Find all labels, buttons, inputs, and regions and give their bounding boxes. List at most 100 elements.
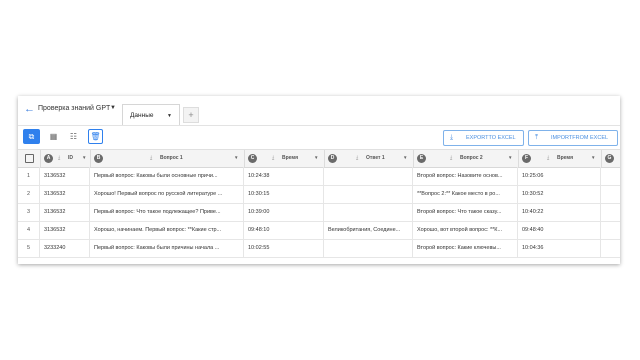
cell-time2[interactable]: 09:48:40 [518, 221, 601, 239]
export-excel-button[interactable]: ⤓ EXPORTTO EXCEL [443, 130, 524, 146]
spreadsheet-panel: ← Проверка знаний GPT ▼ Данные ▼ + ⧉ ▦ ☷… [18, 96, 620, 264]
table-row[interactable]: 2 3136532 Хорошо! Первый вопрос по русск… [18, 185, 620, 204]
cell-question2[interactable]: **Вопрос 2:** Какое место в ро... [413, 185, 518, 203]
import-excel-button[interactable]: ⤒ IMPORTFROM EXCEL [528, 130, 618, 146]
table-view-icon[interactable]: ▦ [45, 129, 62, 144]
cell-time1[interactable]: 10:39:00 [244, 203, 324, 221]
copy-view-button[interactable]: ⧉ [23, 129, 40, 144]
cell-g[interactable] [601, 185, 620, 203]
row-number: 4 [18, 221, 40, 239]
back-arrow-icon[interactable]: ← [24, 103, 35, 115]
cell-time1[interactable]: 10:02:55 [244, 239, 324, 257]
cell-question1[interactable]: Хорошо! Первый вопрос по русской литерат… [90, 185, 244, 203]
select-all-checkbox[interactable] [25, 154, 34, 163]
cell-g[interactable] [601, 203, 620, 221]
row-number: 2 [18, 185, 40, 203]
column-name: Ответ 1 [366, 155, 385, 161]
column-name: Время [557, 155, 573, 161]
cell-question1[interactable]: Хорошо, начинаем. Первый вопрос: **Какие… [90, 221, 244, 239]
column-letter: D [328, 154, 337, 163]
cell-id[interactable]: 3136532 [40, 221, 90, 239]
tab-data[interactable]: Данные ▼ [122, 104, 180, 125]
column-menu-icon[interactable]: ▼ [314, 155, 318, 160]
chevron-down-icon[interactable]: ▼ [167, 113, 172, 119]
cell-id[interactable]: 3136532 [40, 203, 90, 221]
row-number: 3 [18, 203, 40, 221]
sheet-header: ← Проверка знаний GPT ▼ Данные ▼ + [18, 96, 620, 126]
sort-icon[interactable]: ⤓ [58, 155, 60, 161]
cell-question1[interactable]: Первый вопрос: Что такое подлежащее? При… [90, 203, 244, 221]
column-header-question1[interactable]: B ⤓ Вопрос 1 ▼ [90, 150, 245, 167]
download-icon: ⤓ [450, 134, 454, 141]
grid-header: A ⤓ ID ▼ B ⤓ Вопрос 1 ▼ C ⤓ Время ▼ D ⤓ … [18, 149, 620, 168]
column-letter: B [94, 154, 103, 163]
column-letter: F [522, 154, 531, 163]
cell-question1[interactable]: Первый вопрос: Каковы были причины начал… [90, 239, 244, 257]
column-menu-icon[interactable]: ▼ [403, 155, 407, 160]
title-dropdown-icon[interactable]: ▼ [110, 105, 116, 111]
cell-time1[interactable]: 10:24:38 [244, 167, 324, 185]
row-number: 5 [18, 239, 40, 257]
cell-question2[interactable]: Хорошо, вот второй вопрос: **К... [413, 221, 518, 239]
cell-time2[interactable]: 10:04:36 [518, 239, 601, 257]
cell-time1[interactable]: 09:48:10 [244, 221, 324, 239]
export-label: EXPORTTO EXCEL [466, 135, 516, 141]
import-label: IMPORTFROM EXCEL [551, 135, 609, 141]
cell-answer1[interactable]: Великобритания, Соедине... [324, 221, 413, 239]
sort-icon[interactable]: ⤓ [450, 155, 452, 161]
cell-g[interactable] [601, 167, 620, 185]
sort-icon[interactable]: ⤓ [356, 155, 358, 161]
sort-icon[interactable]: ⤓ [547, 155, 549, 161]
column-header-time1[interactable]: C ⤓ Время ▼ [244, 150, 325, 167]
cell-answer1[interactable] [324, 185, 413, 203]
page-title[interactable]: Проверка знаний GPT [38, 105, 110, 112]
column-header-answer1[interactable]: D ⤓ Ответ 1 ▼ [324, 150, 414, 167]
column-menu-icon[interactable]: ▼ [82, 155, 86, 160]
column-name: Время [282, 155, 298, 161]
column-menu-icon[interactable]: ▼ [591, 155, 595, 160]
cell-answer1[interactable] [324, 239, 413, 257]
column-header-question2[interactable]: E ⤓ Вопрос 2 ▼ [413, 150, 519, 167]
cell-time1[interactable]: 10:30:15 [244, 185, 324, 203]
cell-id[interactable]: 3136532 [40, 167, 90, 185]
column-menu-icon[interactable]: ▼ [508, 155, 512, 160]
column-letter: A [44, 154, 53, 163]
tab-data-label: Данные [130, 112, 154, 119]
column-letter: C [248, 154, 257, 163]
cell-id[interactable]: 3136532 [40, 185, 90, 203]
table-row[interactable]: 3 3136532 Первый вопрос: Что такое подле… [18, 203, 620, 222]
cell-time2[interactable]: 10:30:52 [518, 185, 601, 203]
cell-g[interactable] [601, 239, 620, 257]
select-all-cell [18, 150, 41, 167]
sort-icon[interactable]: ⤓ [150, 155, 152, 161]
sort-icon[interactable]: ⤓ [272, 155, 274, 161]
cell-answer1[interactable] [324, 203, 413, 221]
column-header-time2[interactable]: F ⤓ Время ▼ [518, 150, 602, 167]
column-menu-icon[interactable]: ▼ [234, 155, 238, 160]
column-name: Вопрос 2 [460, 155, 483, 161]
column-name: ID [68, 155, 73, 161]
table-row[interactable]: 4 3136532 Хорошо, начинаем. Первый вопро… [18, 221, 620, 240]
table-row[interactable]: 1 3136532 Первый вопрос: Каковы были осн… [18, 167, 620, 186]
cell-time2[interactable]: 10:40:22 [518, 203, 601, 221]
column-header-id[interactable]: A ⤓ ID ▼ [40, 150, 91, 167]
cell-question1[interactable]: Первый вопрос: Каковы были основные прич… [90, 167, 244, 185]
cell-question2[interactable]: Второй вопрос: Назовите основ... [413, 167, 518, 185]
toolbar: ⧉ ▦ ☷ 🗑 ⤓ EXPORTTO EXCEL ⤒ IMPORTFROM EX… [18, 126, 620, 149]
cell-answer1[interactable] [324, 167, 413, 185]
cell-question2[interactable]: Второй вопрос: Что такое сказу... [413, 203, 518, 221]
cell-g[interactable] [601, 221, 620, 239]
column-letter: E [417, 154, 426, 163]
calendar-view-icon[interactable]: ☷ [65, 129, 82, 144]
cell-time2[interactable]: 10:25:06 [518, 167, 601, 185]
column-name: Вопрос 1 [160, 155, 183, 161]
row-number: 1 [18, 167, 40, 185]
cell-question2[interactable]: Второй вопрос: Какие ключевы... [413, 239, 518, 257]
cell-id[interactable]: 3233240 [40, 239, 90, 257]
column-header-g[interactable]: G [601, 150, 620, 167]
add-sheet-button[interactable]: + [183, 107, 199, 123]
upload-icon: ⤒ [535, 134, 539, 141]
column-letter: G [605, 154, 614, 163]
table-row[interactable]: 5 3233240 Первый вопрос: Каковы были при… [18, 239, 620, 258]
delete-icon[interactable]: 🗑 [88, 129, 103, 144]
